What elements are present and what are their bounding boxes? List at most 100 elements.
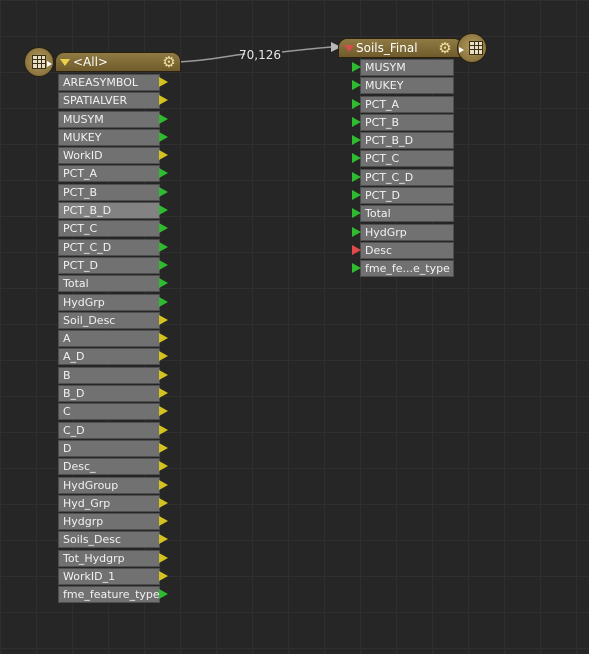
reader-attribute-row[interactable]: A_D [58, 348, 168, 366]
writer-attribute-row[interactable]: PCT_B [352, 113, 454, 131]
writer-attribute-row[interactable]: MUSYM [352, 59, 454, 76]
output-port-icon[interactable] [159, 406, 168, 417]
attribute-label: Hyd_Grp [63, 496, 111, 510]
input-port-icon[interactable] [352, 135, 361, 146]
reader-attribute-row[interactable]: WorkID [58, 147, 168, 165]
output-port-icon[interactable] [159, 259, 168, 270]
attribute-label: Hydgrp [63, 515, 104, 529]
collapse-icon[interactable] [344, 45, 354, 52]
reader-attribute-row[interactable]: HydGroup [58, 476, 168, 494]
attribute-label: PCT_C [63, 222, 98, 236]
writer-attribute-row[interactable]: PCT_C [352, 150, 454, 168]
input-port-icon[interactable] [352, 263, 361, 274]
input-port-icon[interactable] [352, 80, 361, 91]
attribute-label: C [63, 405, 71, 419]
reader-attribute-row[interactable]: PCT_A [58, 165, 168, 183]
writer-attribute-row[interactable]: PCT_B_D [352, 132, 454, 150]
attribute-label: Soils_Desc [63, 533, 122, 547]
reader-attribute-row[interactable]: Hyd_Grp [58, 494, 168, 512]
reader-attribute-row[interactable]: B [58, 366, 168, 384]
reader-attribute-row[interactable]: Soil_Desc [58, 311, 168, 329]
output-port-icon[interactable] [159, 223, 168, 234]
writer-attribute-row[interactable]: HydGrp [352, 223, 454, 241]
reader-attribute-row[interactable]: PCT_D [58, 256, 168, 274]
output-port-icon[interactable] [159, 497, 168, 508]
reader-header[interactable]: <All> ⚙ [55, 52, 181, 72]
output-port-icon[interactable] [159, 388, 168, 399]
output-port-icon[interactable] [159, 150, 168, 161]
reader-attribute-row[interactable]: A [58, 330, 168, 348]
writer-badge[interactable] [457, 33, 487, 63]
output-port-icon[interactable] [159, 589, 168, 600]
output-port-icon[interactable] [159, 534, 168, 545]
output-port-icon[interactable] [159, 442, 168, 453]
output-port-icon[interactable] [159, 95, 168, 106]
writer-attribute-row[interactable]: MUKEY [352, 77, 454, 95]
output-port-icon[interactable] [159, 278, 168, 289]
output-port-icon[interactable] [159, 168, 168, 179]
input-port-icon[interactable] [352, 116, 361, 127]
output-port-icon[interactable] [159, 479, 168, 490]
input-port-icon[interactable] [352, 208, 361, 219]
reader-attribute-row[interactable]: HydGrp [58, 293, 168, 311]
attribute-label: HydGroup [63, 478, 119, 492]
writer-attribute-row[interactable]: PCT_D [352, 187, 454, 205]
collapse-icon[interactable] [60, 59, 70, 66]
attribute-label: MUSYM [365, 61, 406, 74]
reader-attribute-row[interactable]: C [58, 403, 168, 421]
reader-attribute-row[interactable]: B_D [58, 385, 168, 403]
output-port-icon[interactable] [159, 424, 168, 435]
writer-attribute-row[interactable]: Desc [352, 241, 454, 259]
reader-attribute-row[interactable]: Total [58, 275, 168, 293]
writer-attribute-row[interactable]: fme_fe...e_type [352, 260, 454, 278]
output-port-icon[interactable] [159, 516, 168, 527]
reader-attribute-row[interactable]: MUSYM [58, 110, 168, 128]
input-port-icon[interactable] [352, 244, 361, 255]
output-port-icon[interactable] [159, 552, 168, 563]
reader-attribute-row[interactable]: PCT_C [58, 220, 168, 238]
output-port-icon[interactable] [159, 77, 168, 87]
reader-attribute-row[interactable]: Desc_ [58, 458, 168, 476]
output-port-icon[interactable] [159, 461, 168, 472]
output-port-icon[interactable] [159, 205, 168, 216]
gear-icon[interactable]: ⚙ [437, 40, 453, 56]
output-port-icon[interactable] [159, 333, 168, 344]
output-port-icon[interactable] [159, 571, 168, 582]
reader-attribute-row[interactable]: MUKEY [58, 128, 168, 146]
output-port-icon[interactable] [159, 113, 168, 124]
output-port-icon[interactable] [159, 296, 168, 307]
reader-attribute-row[interactable]: Tot_Hydgrp [58, 549, 168, 567]
writer-header[interactable]: Soils_Final ⚙ [338, 38, 463, 58]
reader-attribute-row[interactable]: Hydgrp [58, 513, 168, 531]
reader-attribute-row[interactable]: Soils_Desc [58, 531, 168, 549]
reader-attribute-row[interactable]: PCT_B [58, 183, 168, 201]
input-port-icon[interactable] [352, 153, 361, 164]
reader-attribute-row[interactable]: WorkID_1 [58, 568, 168, 586]
input-port-icon[interactable] [352, 98, 361, 109]
writer-attribute-row[interactable]: PCT_C_D [352, 168, 454, 186]
reader-attribute-row[interactable]: SPATIALVER [58, 92, 168, 110]
output-port-icon[interactable] [159, 241, 168, 252]
output-port-icon[interactable] [159, 314, 168, 325]
output-port-icon[interactable] [159, 351, 168, 362]
reader-attribute-row[interactable]: AREASYMBOL [58, 74, 168, 91]
reader-attribute-row[interactable]: D [58, 439, 168, 457]
input-port-icon[interactable] [352, 62, 361, 72]
input-port-icon[interactable] [352, 190, 361, 201]
output-port-icon[interactable] [159, 131, 168, 142]
reader-attribute-row[interactable]: fme_feature_type [58, 586, 168, 604]
writer-attribute-row[interactable]: PCT_A [352, 95, 454, 113]
attribute-label: PCT_B [63, 185, 98, 199]
attribute-label: PCT_A [63, 167, 98, 181]
reader-attribute-row[interactable]: PCT_B_D [58, 202, 168, 220]
reader-attribute-row[interactable]: PCT_C_D [58, 238, 168, 256]
output-port-icon[interactable] [159, 369, 168, 380]
input-port-icon[interactable] [352, 226, 361, 237]
output-port-icon[interactable] [159, 186, 168, 197]
gear-icon[interactable]: ⚙ [161, 54, 177, 70]
table-icon [469, 41, 483, 55]
writer-attribute-row[interactable]: Total [352, 205, 454, 223]
reader-badge[interactable] [24, 47, 54, 77]
reader-attribute-row[interactable]: C_D [58, 421, 168, 439]
input-port-icon[interactable] [352, 171, 361, 182]
